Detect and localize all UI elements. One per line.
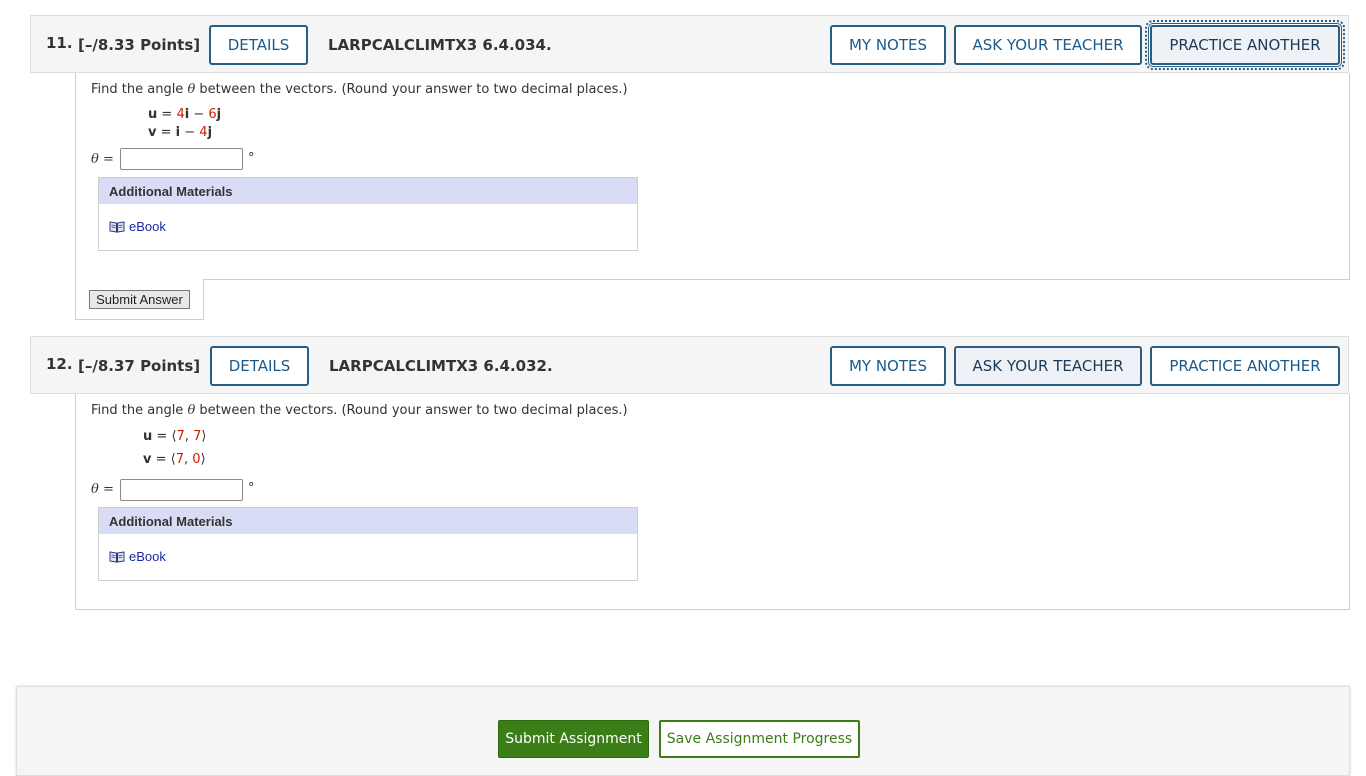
question-number: 12. — [46, 355, 73, 373]
vector-v: v = i − 4j — [148, 125, 213, 140]
question-reference: LARPCALCLIMTX3 6.4.032. — [329, 357, 553, 375]
vector-u: u = ⟨7, 7⟩ — [143, 429, 207, 444]
submit-answer-tab: Submit Answer — [75, 279, 204, 320]
book-icon — [109, 551, 125, 563]
degree-unit: ° — [248, 151, 255, 166]
save-progress-button[interactable]: Save Assignment Progress — [659, 720, 860, 758]
degree-unit: ° — [248, 481, 255, 496]
ebook-link[interactable]: eBook — [109, 549, 166, 564]
answer-input[interactable] — [120, 479, 243, 501]
practice-another-button[interactable]: PRACTICE ANOTHER — [1145, 20, 1345, 70]
question-11-header: 11. [–/8.33 Points] DETAILS LARPCALCLIMT… — [30, 15, 1349, 73]
assignment-footer: Submit Assignment Save Assignment Progre… — [16, 686, 1350, 776]
ebook-label: eBook — [129, 549, 166, 564]
question-12-body: Find the angle θ between the vectors. (R… — [75, 394, 1350, 610]
details-button[interactable]: DETAILS — [210, 346, 309, 386]
book-icon — [109, 221, 125, 233]
answer-label: θ = — [91, 482, 114, 497]
submit-assignment-button[interactable]: Submit Assignment — [498, 720, 649, 758]
additional-materials-box: Additional Materials eBook — [98, 507, 638, 581]
ebook-label: eBook — [129, 219, 166, 234]
my-notes-button[interactable]: MY NOTES — [830, 346, 946, 386]
answer-label: θ = — [91, 152, 114, 167]
additional-materials-header: Additional Materials — [99, 508, 637, 534]
vector-v: v = ⟨7, 0⟩ — [143, 452, 206, 467]
vector-u: u = 4i − 6j — [148, 107, 222, 122]
additional-materials-box: Additional Materials eBook — [98, 177, 638, 251]
question-number: 11. — [46, 34, 73, 52]
details-button[interactable]: DETAILS — [209, 25, 308, 65]
question-points: [–/8.37 Points] — [78, 357, 201, 375]
my-notes-button[interactable]: MY NOTES — [830, 25, 946, 65]
ebook-link[interactable]: eBook — [109, 219, 166, 234]
question-reference: LARPCALCLIMTX3 6.4.034. — [328, 36, 552, 54]
submit-answer-button[interactable]: Submit Answer — [89, 290, 190, 309]
additional-materials-header: Additional Materials — [99, 178, 637, 204]
answer-input[interactable] — [120, 148, 243, 170]
ask-teacher-button[interactable]: ASK YOUR TEACHER — [954, 25, 1142, 65]
question-prompt: Find the angle θ between the vectors. (R… — [91, 82, 628, 97]
question-points: [–/8.33 Points] — [78, 36, 201, 54]
question-12-header: 12. [–/8.37 Points] DETAILS LARPCALCLIMT… — [30, 336, 1349, 394]
ask-teacher-button[interactable]: ASK YOUR TEACHER — [954, 346, 1142, 386]
question-prompt: Find the angle θ between the vectors. (R… — [91, 403, 628, 418]
practice-another-button[interactable]: PRACTICE ANOTHER — [1150, 346, 1340, 386]
question-11-body: Find the angle θ between the vectors. (R… — [75, 73, 1350, 280]
